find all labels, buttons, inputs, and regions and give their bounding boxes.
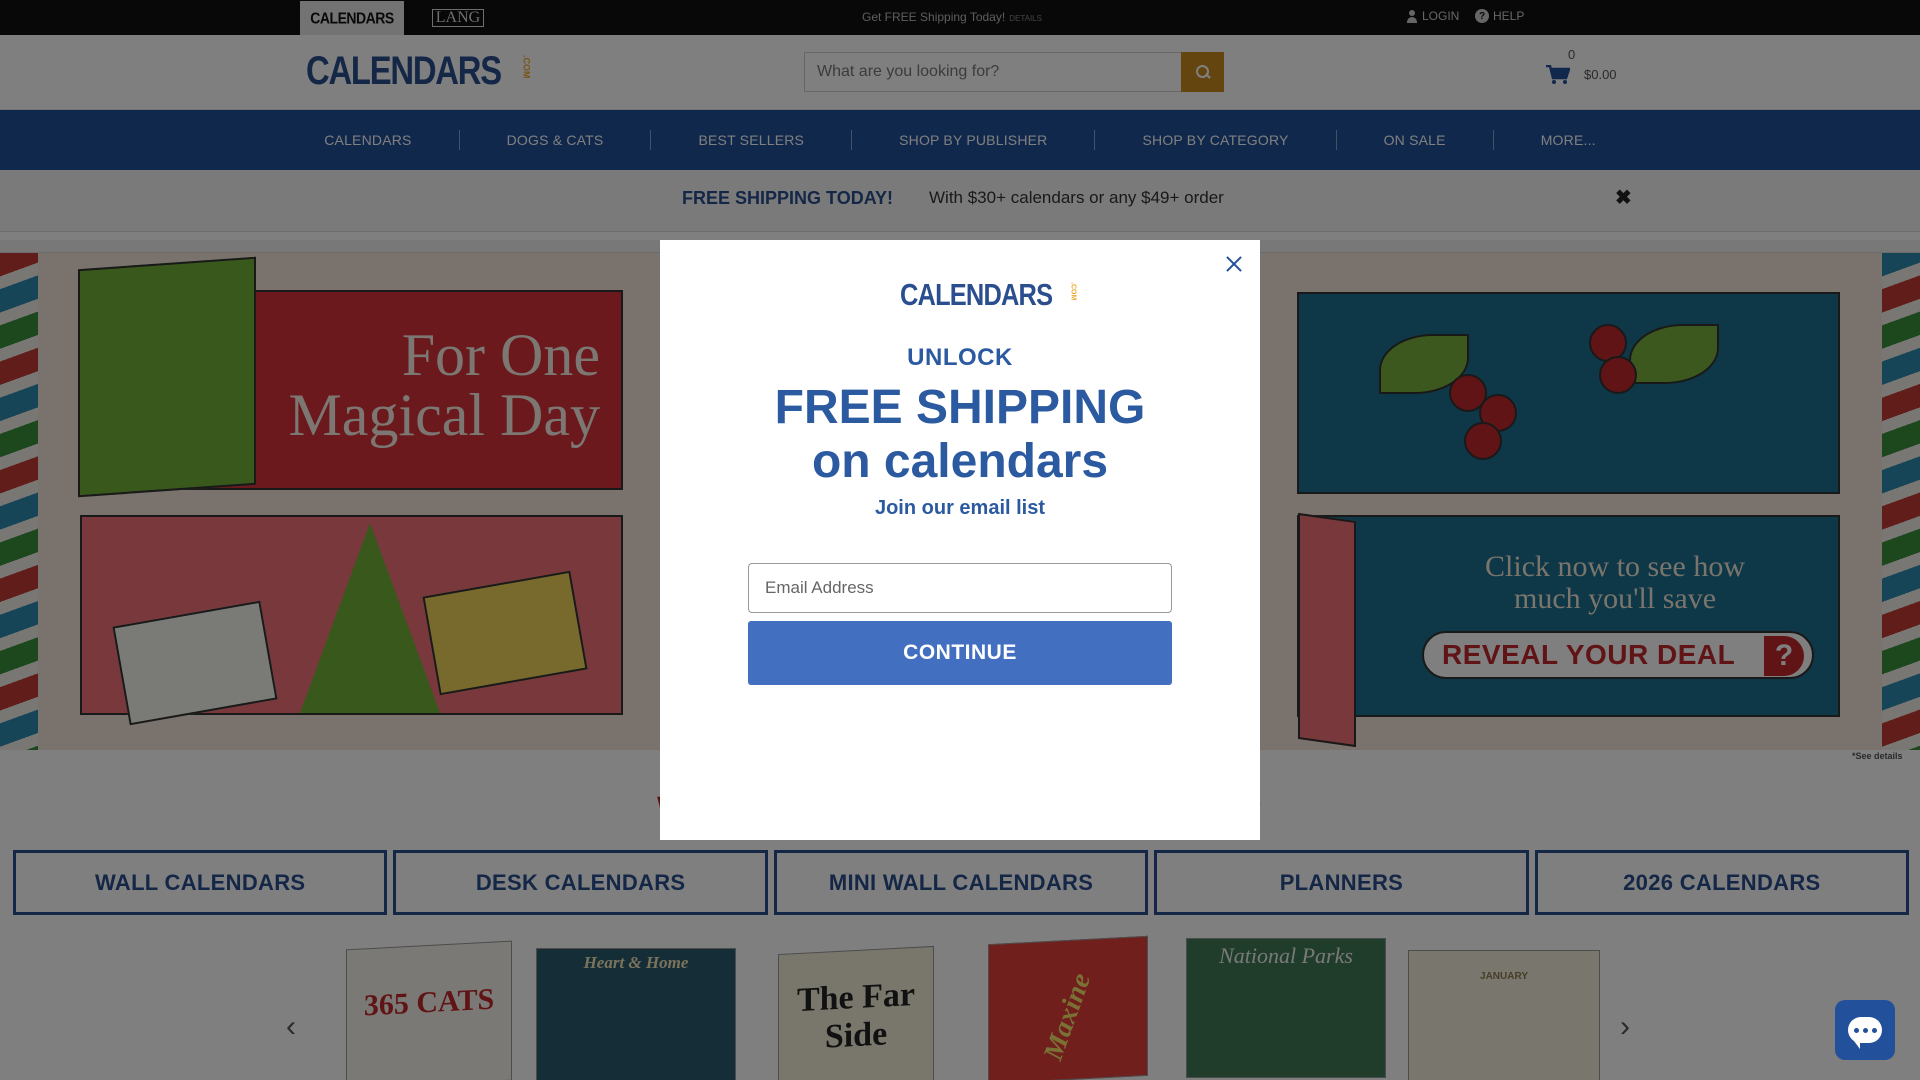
modal-headline-line1: FREE SHIPPING <box>774 381 1146 434</box>
modal-logo-com: .COM <box>1069 282 1077 301</box>
chat-button[interactable] <box>1835 1000 1895 1060</box>
modal-headline: FREE SHIPPING on calendars <box>660 381 1260 489</box>
modal-logo-word: CALENDARS <box>900 277 1053 312</box>
modal-logo: CALENDARS .COM <box>900 278 1077 312</box>
modal-unlock: UNLOCK <box>907 344 1013 371</box>
modal-join-text: Join our email list <box>874 497 1046 519</box>
close-icon[interactable] <box>1224 254 1244 274</box>
continue-button[interactable]: CONTINUE <box>748 621 1172 685</box>
email-signup-modal: CALENDARS .COM UNLOCK FREE SHIPPING on c… <box>660 240 1260 840</box>
email-field[interactable] <box>748 563 1172 613</box>
chat-icon <box>1848 1017 1882 1049</box>
modal-headline-line2: on calendars <box>811 435 1109 488</box>
